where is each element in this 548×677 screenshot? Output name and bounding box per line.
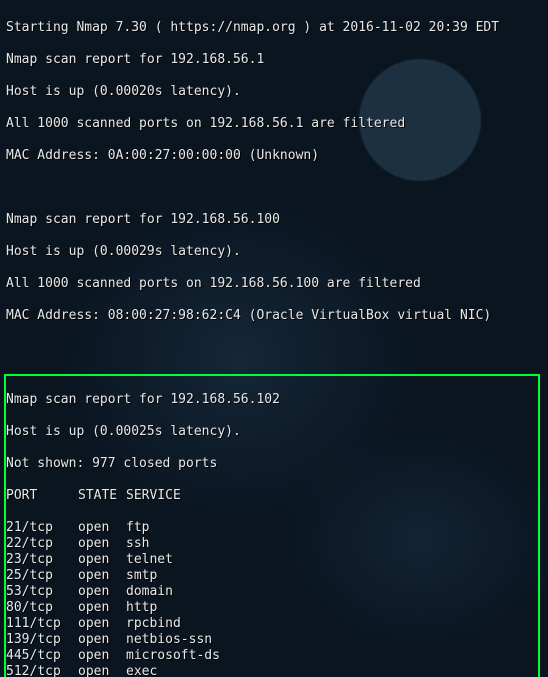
host2-up: Host is up (0.00029s latency). — [6, 244, 542, 260]
col-state: STATE — [78, 488, 126, 504]
state-cell: open — [78, 664, 126, 677]
port-row: 23/tcpopentelnet — [6, 552, 538, 568]
host2-filtered: All 1000 scanned ports on 192.168.56.100… — [6, 276, 542, 292]
port-cell: 111/tcp — [6, 616, 78, 632]
state-cell: open — [78, 648, 126, 664]
blank-line — [6, 340, 542, 356]
port-cell: 80/tcp — [6, 600, 78, 616]
port-cell: 512/tcp — [6, 664, 78, 677]
port-row: 22/tcpopenssh — [6, 536, 538, 552]
service-cell: microsoft-ds — [126, 648, 220, 663]
port-list: 21/tcpopenftp22/tcpopenssh23/tcpopenteln… — [6, 520, 538, 677]
host1-filtered: All 1000 scanned ports on 192.168.56.1 a… — [6, 116, 542, 132]
state-cell: open — [78, 552, 126, 568]
state-cell: open — [78, 536, 126, 552]
port-row: 25/tcpopensmtp — [6, 568, 538, 584]
service-cell: ssh — [126, 536, 149, 551]
service-cell: smtp — [126, 568, 157, 583]
target-notshown: Not shown: 977 closed ports — [6, 456, 538, 472]
col-port: PORT — [6, 488, 78, 504]
host2-mac: MAC Address: 08:00:27:98:62:C4 (Oracle V… — [6, 308, 542, 324]
port-cell: 139/tcp — [6, 632, 78, 648]
target-up: Host is up (0.00025s latency). — [6, 424, 538, 440]
service-cell: netbios-ssn — [126, 632, 212, 647]
port-row: 80/tcpopenhttp — [6, 600, 538, 616]
nmap-starting-line: Starting Nmap 7.30 ( https://nmap.org ) … — [6, 20, 542, 36]
port-row: 111/tcpopenrpcbind — [6, 616, 538, 632]
port-cell: 25/tcp — [6, 568, 78, 584]
service-cell: telnet — [126, 552, 173, 567]
port-cell: 21/tcp — [6, 520, 78, 536]
port-table-header: PORTSTATESERVICE — [6, 488, 538, 504]
host1-mac: MAC Address: 0A:00:27:00:00:00 (Unknown) — [6, 148, 542, 164]
terminal-output: Starting Nmap 7.30 ( https://nmap.org ) … — [0, 0, 548, 677]
state-cell: open — [78, 520, 126, 536]
target-report: Nmap scan report for 192.168.56.102 — [6, 392, 538, 408]
port-cell: 23/tcp — [6, 552, 78, 568]
port-row: 21/tcpopenftp — [6, 520, 538, 536]
port-cell: 22/tcp — [6, 536, 78, 552]
state-cell: open — [78, 584, 126, 600]
port-row: 445/tcpopenmicrosoft-ds — [6, 648, 538, 664]
service-cell: http — [126, 600, 157, 615]
port-cell: 53/tcp — [6, 584, 78, 600]
host2-report: Nmap scan report for 192.168.56.100 — [6, 212, 542, 228]
state-cell: open — [78, 632, 126, 648]
host1-report: Nmap scan report for 192.168.56.1 — [6, 52, 542, 68]
service-cell: domain — [126, 584, 173, 599]
blank-line — [6, 180, 542, 196]
port-row: 512/tcpopenexec — [6, 664, 538, 677]
port-row: 53/tcpopendomain — [6, 584, 538, 600]
service-cell: exec — [126, 664, 157, 677]
service-cell: ftp — [126, 520, 149, 535]
port-cell: 445/tcp — [6, 648, 78, 664]
service-cell: rpcbind — [126, 616, 181, 631]
state-cell: open — [78, 600, 126, 616]
state-cell: open — [78, 568, 126, 584]
highlighted-host-box: Nmap scan report for 192.168.56.102 Host… — [4, 374, 540, 677]
state-cell: open — [78, 616, 126, 632]
col-service: SERVICE — [126, 488, 181, 503]
host1-up: Host is up (0.00020s latency). — [6, 84, 542, 100]
port-row: 139/tcpopennetbios-ssn — [6, 632, 538, 648]
